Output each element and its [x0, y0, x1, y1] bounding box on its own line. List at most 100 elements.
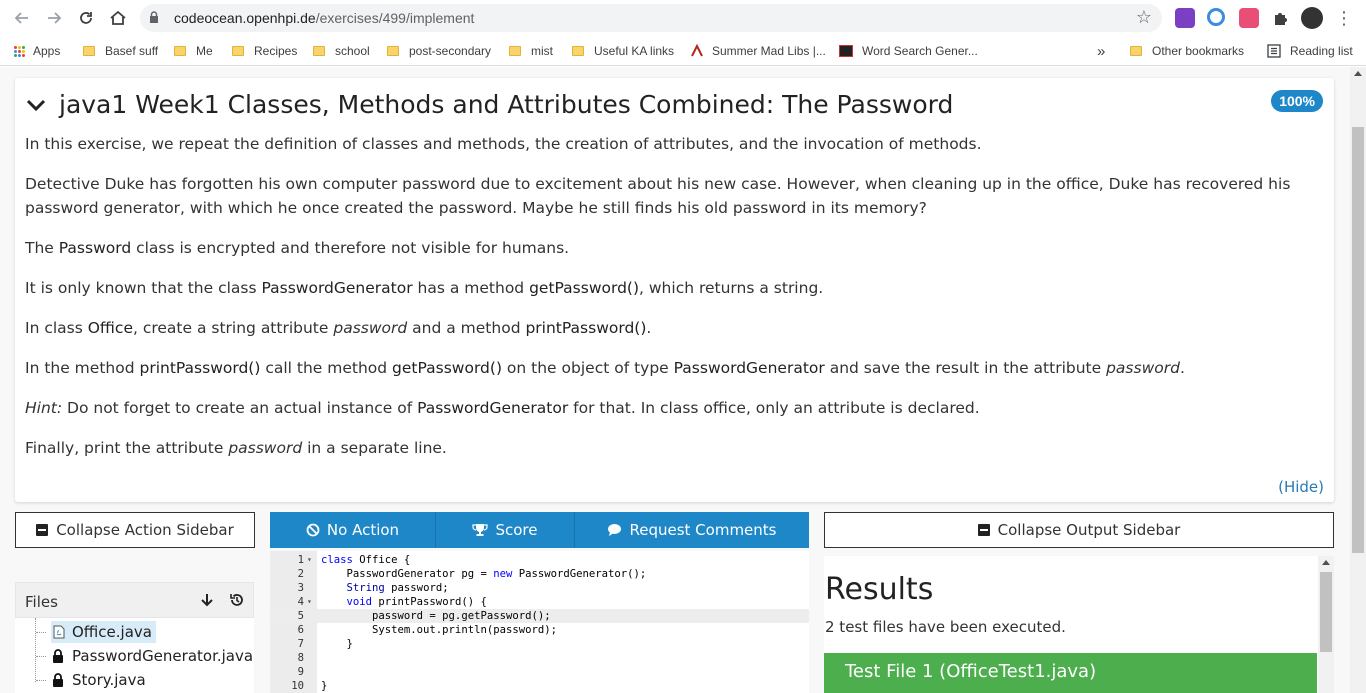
- code-line[interactable]: 1 ▾ class Office {: [270, 553, 809, 567]
- code-editor[interactable]: 1 ▾ class Office {2 PasswordGenerator pg =…: [270, 551, 809, 693]
- collapse-output-sidebar-button[interactable]: Collapse Output Sidebar: [824, 512, 1334, 548]
- download-icon[interactable]: [200, 592, 214, 612]
- madlibs-favicon: [691, 44, 703, 57]
- line-number: 10: [291, 680, 304, 692]
- line-number: 5: [297, 610, 304, 622]
- extension-icon[interactable]: [1239, 8, 1259, 28]
- scrollbar-thumb[interactable]: [1320, 572, 1332, 652]
- apps-icon: [14, 45, 25, 57]
- code-text: password = pg.getPassword();: [321, 610, 551, 622]
- file-item-story-java[interactable]: Story.java: [51, 669, 146, 691]
- exercise-title-text: java1 Week1 Classes, Methods and Attribu…: [59, 90, 954, 119]
- collapse-action-sidebar-button[interactable]: Collapse Action Sidebar: [15, 512, 255, 548]
- fold-toggle-icon[interactable]: ▾: [307, 553, 312, 567]
- score-button[interactable]: Score: [436, 512, 575, 548]
- bookmark-apps[interactable]: Apps: [14, 42, 60, 60]
- chevron-down-icon[interactable]: [25, 94, 47, 116]
- java-file-icon: [53, 625, 65, 639]
- tree-guide: [36, 680, 46, 681]
- code-line[interactable]: 4 ▾ void printPassword() {: [270, 595, 809, 609]
- bookmark-folder[interactable]: Recipes: [232, 42, 297, 60]
- page-scrollbar[interactable]: [1350, 67, 1366, 693]
- code-text: class Office {: [321, 554, 411, 566]
- bookmark-link[interactable]: Summer Mad Libs |...: [690, 42, 826, 60]
- menu-dots-icon[interactable]: ⋮: [1332, 6, 1356, 30]
- line-number: 1: [297, 554, 304, 566]
- description-paragraph: Finally, print the attribute password in…: [25, 439, 447, 457]
- reload-icon[interactable]: [74, 6, 98, 30]
- code-line[interactable]: 2 PasswordGenerator pg = new PasswordGen…: [270, 567, 809, 581]
- folder-icon: [83, 46, 95, 56]
- scroll-up-icon[interactable]: [1322, 560, 1330, 565]
- bookmark-folder[interactable]: school: [313, 42, 370, 60]
- code-line[interactable]: 6 System.out.println(password);: [270, 623, 809, 637]
- url-text: codeocean.openhpi.de/exercises/499/imple…: [174, 10, 475, 26]
- lock-icon: [53, 673, 63, 687]
- extension-icon[interactable]: [1207, 8, 1225, 26]
- bookmark-folder[interactable]: Useful KA links: [572, 42, 674, 60]
- puzzle-icon[interactable]: [1268, 6, 1292, 30]
- tree-guide: [36, 632, 46, 633]
- bookmark-folder[interactable]: Basef suff: [83, 42, 158, 60]
- wordsearch-favicon: [839, 45, 853, 57]
- code-line[interactable]: 10}: [270, 679, 809, 693]
- description-paragraph: Hint: Do not forget to create an actual …: [25, 399, 980, 417]
- line-number: 6: [297, 624, 304, 636]
- reading-list-icon: [1267, 44, 1281, 58]
- editor-action-bar: No Action Score Request Comments: [270, 512, 809, 548]
- bookmark-star-icon[interactable]: ☆: [1136, 7, 1152, 28]
- code-line[interactable]: 7 }: [270, 637, 809, 651]
- file-tree: Office.java PasswordGenerator.java Story…: [15, 618, 254, 693]
- comment-icon: [608, 524, 622, 536]
- fold-toggle-icon[interactable]: ▾: [307, 595, 312, 609]
- reading-list[interactable]: Reading list: [1267, 42, 1353, 60]
- hide-description-link[interactable]: (Hide): [1278, 478, 1324, 496]
- output-panel: Results 2 test files have been executed.…: [824, 556, 1334, 693]
- profile-avatar[interactable]: [1301, 7, 1323, 29]
- bookmarks-overflow-icon[interactable]: »: [1097, 42, 1105, 60]
- line-number: 8: [297, 652, 304, 664]
- description-paragraph: The Password class is encrypted and ther…: [25, 239, 570, 257]
- no-action-button[interactable]: No Action: [270, 512, 436, 548]
- line-number: 3: [297, 582, 304, 594]
- extension-icon[interactable]: [1175, 8, 1195, 28]
- bookmark-link[interactable]: Word Search Gener...: [839, 42, 978, 60]
- scrollbar-thumb[interactable]: [1352, 127, 1364, 553]
- request-comments-button[interactable]: Request Comments: [575, 512, 809, 548]
- test-file-result[interactable]: Test File 1 (OfficeTest1.java): [824, 653, 1317, 693]
- home-icon[interactable]: [106, 6, 130, 30]
- bookmark-folder[interactable]: Other bookmarks: [1130, 42, 1244, 60]
- code-line[interactable]: 3 String password;: [270, 581, 809, 595]
- code-text: }: [321, 638, 353, 650]
- browser-toolbar: codeocean.openhpi.de/exercises/499/imple…: [0, 0, 1366, 36]
- forward-icon[interactable]: [42, 6, 66, 30]
- minus-square-icon: [36, 524, 49, 536]
- bookmark-folder[interactable]: mist: [509, 42, 553, 60]
- folder-icon: [174, 46, 186, 56]
- folder-icon: [509, 46, 521, 56]
- file-item-passwordgenerator-java[interactable]: PasswordGenerator.java: [51, 645, 253, 667]
- output-scrollbar[interactable]: [1318, 556, 1334, 693]
- lock-icon: [150, 11, 158, 23]
- line-number: 9: [297, 666, 304, 678]
- code-text: System.out.println(password);: [321, 624, 557, 636]
- ban-icon: [306, 523, 320, 537]
- trophy-icon: [472, 524, 489, 536]
- tree-guide: [35, 618, 36, 682]
- back-icon[interactable]: [10, 6, 34, 30]
- exercise-title[interactable]: java1 Week1 Classes, Methods and Attribu…: [25, 90, 953, 119]
- code-line[interactable]: 9: [270, 665, 809, 679]
- file-item-office-java[interactable]: Office.java: [51, 621, 156, 643]
- code-text: String password;: [346, 582, 449, 594]
- code-line[interactable]: 5 password = pg.getPassword();: [270, 609, 809, 623]
- description-paragraph: Detective Duke has forgotten his own com…: [25, 175, 1291, 217]
- files-panel-header: Files: [15, 582, 254, 618]
- history-icon[interactable]: [229, 592, 245, 612]
- code-line[interactable]: 8: [270, 651, 809, 665]
- bookmark-folder[interactable]: Me: [174, 42, 213, 60]
- folder-icon: [387, 46, 399, 56]
- address-bar[interactable]: codeocean.openhpi.de/exercises/499/imple…: [140, 4, 1162, 32]
- bookmark-folder[interactable]: post-secondary: [387, 42, 491, 60]
- files-label: Files: [25, 593, 58, 611]
- scroll-up-icon[interactable]: [1354, 71, 1362, 76]
